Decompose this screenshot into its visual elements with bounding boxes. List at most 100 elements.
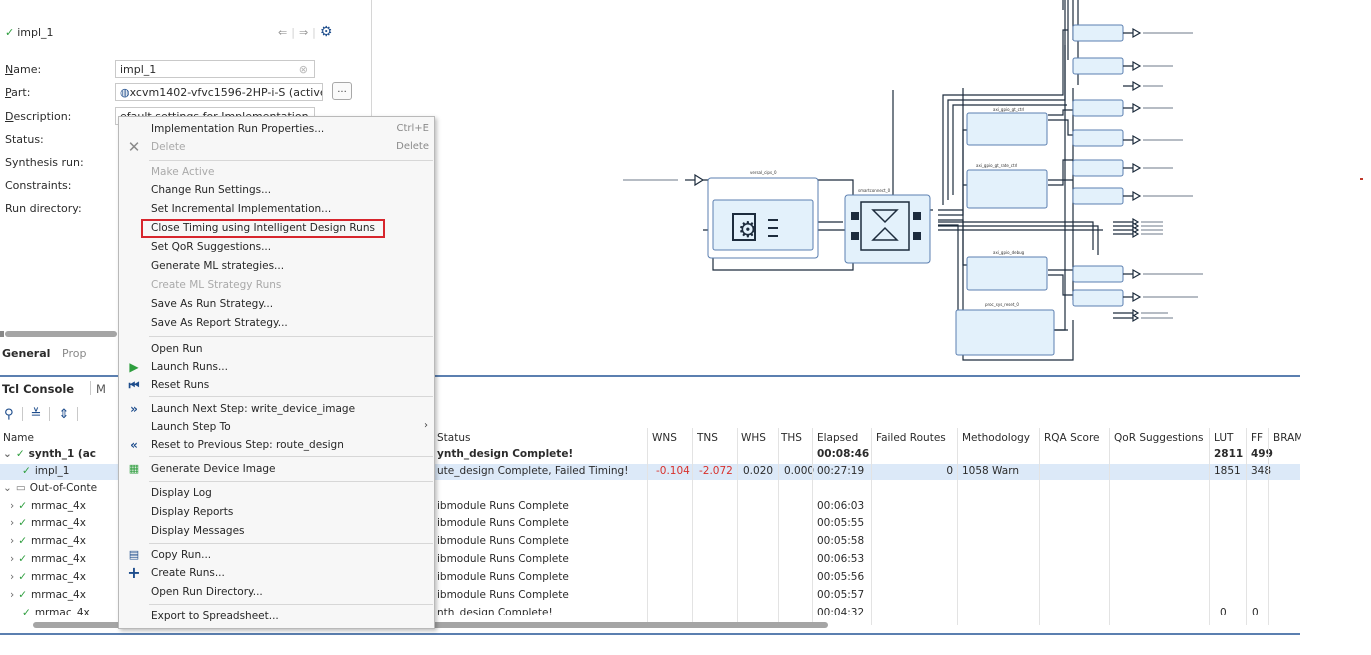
column-elapsed[interactable]: Elapsed bbox=[817, 432, 872, 448]
menu-item-delete[interactable]: ✕ Delete Delete bbox=[119, 138, 434, 157]
menu-item-save-report-strategy[interactable]: Save As Report Strategy... bbox=[119, 314, 434, 333]
menu-item-export-spreadsheet[interactable]: Export to Spreadsheet... bbox=[119, 607, 434, 626]
properties-scrollbar[interactable] bbox=[5, 331, 117, 337]
menu-item-open-run[interactable]: Open Run bbox=[119, 340, 434, 359]
column-qor-suggestions[interactable]: QoR Suggestions bbox=[1114, 432, 1209, 448]
row-status: ute_design Complete, Failed Timing! bbox=[437, 465, 629, 477]
menu-item-generate-ml[interactable]: Generate ML strategies... bbox=[119, 257, 434, 276]
menu-item-launch-runs[interactable]: ▶ Launch Runs... bbox=[119, 358, 434, 377]
menu-item-display-reports[interactable]: Display Reports bbox=[119, 503, 434, 522]
grid-line bbox=[957, 428, 958, 625]
row-name-text: mrmac_4x bbox=[31, 589, 86, 601]
column-tns[interactable]: TNS bbox=[697, 432, 737, 448]
column-whs[interactable]: WHS bbox=[741, 432, 781, 448]
expand-arrow-icon[interactable]: › bbox=[10, 535, 14, 547]
row-status: ibmodule Runs Complete bbox=[437, 535, 569, 547]
row-failed-routes: 0 bbox=[946, 465, 953, 477]
highlight-annotation bbox=[141, 219, 385, 238]
menu-item-run-properties[interactable]: Implementation Run Properties... Ctrl+E bbox=[119, 120, 434, 139]
menu-item-label: Implementation Run Properties... bbox=[151, 123, 325, 135]
menu-item-label: Display Messages bbox=[151, 525, 245, 537]
properties-title-text: impl_1 bbox=[17, 26, 54, 39]
plus-icon: + bbox=[127, 563, 141, 582]
diagram-canvas: versal_cips_0 ⚙ smartconnect_0 axi_gpio_… bbox=[623, 0, 1203, 361]
expand-arrow-icon[interactable]: › bbox=[10, 517, 14, 529]
tab-properties[interactable]: Prop bbox=[62, 347, 86, 360]
grid-line bbox=[1039, 428, 1040, 625]
row-lut: 1851 bbox=[1214, 465, 1241, 477]
tab-messages[interactable]: M bbox=[96, 382, 106, 396]
menu-item-label: Create Runs... bbox=[151, 567, 225, 579]
clear-icon[interactable]: ⊗ bbox=[299, 63, 308, 76]
collapse-arrow-icon[interactable]: ⌄ bbox=[3, 482, 12, 494]
gear-icon[interactable]: ⚙ bbox=[320, 24, 333, 40]
menu-item-shortcut: Delete bbox=[396, 141, 429, 152]
row-status: ibmodule Runs Complete bbox=[437, 571, 569, 583]
row-ff: 0 bbox=[1252, 607, 1259, 615]
menu-item-reset-previous-step[interactable]: « Reset to Previous Step: route_design bbox=[119, 436, 434, 455]
check-icon: ✓ bbox=[18, 553, 28, 565]
part-browse-button[interactable]: ... bbox=[332, 82, 352, 100]
column-name[interactable]: Name bbox=[3, 432, 113, 448]
column-ths[interactable]: THS bbox=[781, 432, 816, 448]
row-lut: 2811 bbox=[1214, 448, 1244, 460]
row-elapsed: 00:27:19 bbox=[817, 465, 865, 477]
column-methodology[interactable]: Methodology bbox=[962, 432, 1042, 448]
field-label-constraints: Constraints: bbox=[5, 179, 72, 192]
expand-all-icon[interactable]: ⇕ bbox=[58, 407, 69, 422]
chip-icon: ◍ bbox=[120, 86, 130, 99]
collapse-arrow-icon[interactable]: ⌄ bbox=[3, 448, 12, 460]
row-name-text: mrmac_4x bbox=[34, 607, 90, 615]
name-input[interactable]: impl_1 ⊗ bbox=[115, 60, 315, 78]
row-whs: 0.020 bbox=[743, 465, 774, 477]
properties-tabs: General Prop bbox=[0, 343, 130, 365]
menu-item-display-messages[interactable]: Display Messages bbox=[119, 522, 434, 541]
column-wns[interactable]: WNS bbox=[652, 432, 692, 448]
collapse-all-icon[interactable]: ≚ bbox=[31, 407, 42, 422]
block-design-diagram[interactable]: versal_cips_0 ⚙ smartconnect_0 axi_gpio_… bbox=[373, 0, 1371, 370]
menu-item-make-active[interactable]: Make Active bbox=[119, 163, 434, 182]
toolbar-separator bbox=[21, 407, 23, 421]
row-name-text: mrmac_4x bbox=[31, 500, 86, 512]
menu-item-copy-run[interactable]: ▤ Copy Run... bbox=[119, 546, 434, 565]
tab-tcl-console[interactable]: Tcl Console bbox=[2, 382, 74, 396]
gpio-debug-label: axi_gpio_debug bbox=[993, 250, 1025, 255]
menu-item-save-run-strategy[interactable]: Save As Run Strategy... bbox=[119, 295, 434, 314]
back-arrow-icon[interactable]: ⇐ bbox=[278, 26, 287, 39]
expand-arrow-icon[interactable]: › bbox=[10, 500, 14, 512]
grid-line bbox=[737, 428, 738, 625]
menu-item-create-runs[interactable]: + Create Runs... bbox=[119, 563, 434, 583]
column-bram[interactable]: BRAM bbox=[1273, 432, 1301, 448]
menu-item-label: Change Run Settings... bbox=[151, 184, 272, 196]
menu-item-set-incremental[interactable]: Set Incremental Implementation... bbox=[119, 200, 434, 219]
column-failed-routes[interactable]: Failed Routes bbox=[876, 432, 956, 448]
menu-item-set-qor[interactable]: Set QoR Suggestions... bbox=[119, 238, 434, 257]
row-lut: 0 bbox=[1220, 607, 1227, 615]
expand-arrow-icon[interactable]: › bbox=[10, 571, 14, 583]
column-status[interactable]: Status bbox=[437, 432, 637, 448]
menu-item-open-run-directory[interactable]: Open Run Directory... bbox=[119, 583, 434, 602]
row-name: ⌄ ✓ synth_1 (ac bbox=[3, 448, 115, 464]
field-label-status: Status: bbox=[5, 133, 44, 146]
menu-item-generate-device-image[interactable]: ▦ Generate Device Image bbox=[119, 460, 434, 479]
part-input[interactable]: ◍xcvm1402-vfvc1596-2HP-i-S (active) bbox=[115, 83, 323, 101]
menu-item-reset-runs[interactable]: ⏮ Reset Runs bbox=[119, 376, 434, 395]
menu-item-display-log[interactable]: Display Log bbox=[119, 484, 434, 503]
row-wns: -0.104 bbox=[656, 465, 690, 477]
menu-item-change-run-settings[interactable]: Change Run Settings... bbox=[119, 181, 434, 200]
expand-arrow-icon[interactable]: › bbox=[10, 553, 14, 565]
grid-line bbox=[1109, 428, 1110, 625]
column-rqa-score[interactable]: RQA Score bbox=[1044, 432, 1109, 448]
row-methodology: 1058 Warn bbox=[962, 465, 1019, 477]
forward-arrow-icon[interactable]: ⇒ bbox=[299, 26, 308, 39]
search-icon[interactable]: ⚲ bbox=[4, 407, 14, 422]
row-status: ibmodule Runs Complete bbox=[437, 517, 569, 529]
column-lut[interactable]: LUT bbox=[1214, 432, 1244, 448]
expand-arrow-icon[interactable]: › bbox=[10, 589, 14, 601]
tab-general[interactable]: General bbox=[2, 347, 50, 360]
menu-separator bbox=[149, 604, 433, 605]
play-icon: ▶ bbox=[129, 360, 139, 374]
menu-item-launch-step-to[interactable]: Launch Step To › bbox=[119, 418, 434, 437]
menu-item-create-ml-runs[interactable]: Create ML Strategy Runs bbox=[119, 276, 434, 295]
menu-item-launch-next-step[interactable]: » Launch Next Step: write_device_image bbox=[119, 400, 434, 419]
